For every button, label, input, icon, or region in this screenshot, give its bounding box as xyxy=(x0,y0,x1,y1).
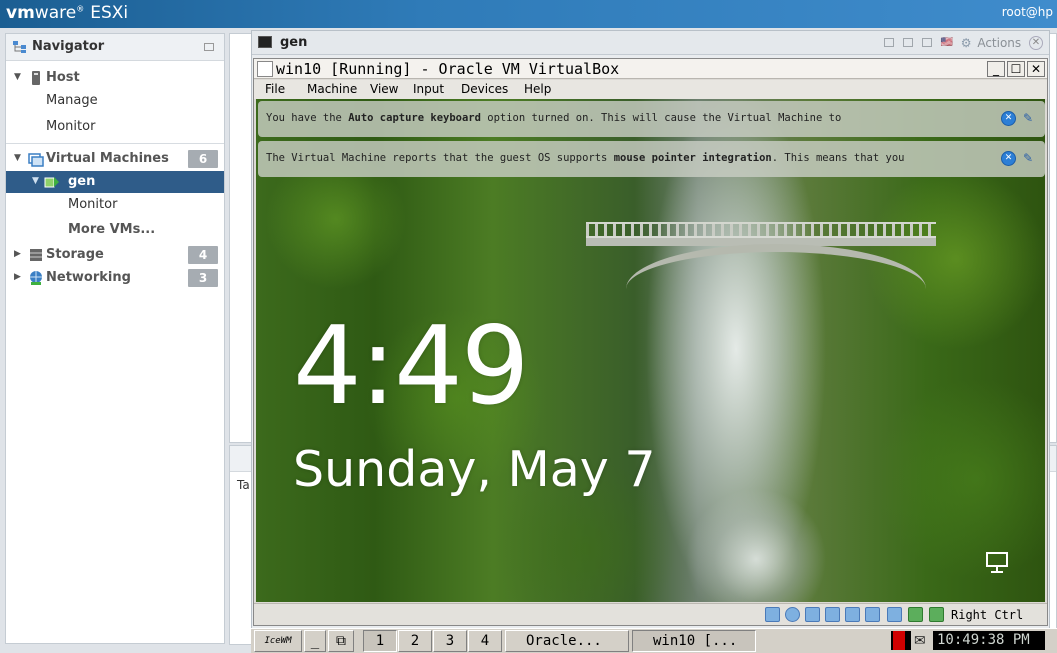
vm-count-badge: 6 xyxy=(188,150,218,168)
tasks-column-header: Ta xyxy=(237,478,250,492)
console-toolbar: 🇺🇸 ⚙ Actions ✕ xyxy=(883,35,1043,51)
console-icon xyxy=(258,36,272,48)
nav-vm-monitor[interactable]: Monitor xyxy=(68,197,117,212)
maximize-button[interactable]: ☐ xyxy=(1007,61,1025,77)
close-icon[interactable]: ✕ xyxy=(1029,35,1043,50)
menu-devices[interactable]: Devices xyxy=(461,82,508,96)
collapse-arrow-icon[interactable]: ▼ xyxy=(14,72,21,82)
networking-icon xyxy=(30,271,42,285)
user-menu[interactable]: root@hp xyxy=(1002,5,1053,19)
menu-help[interactable]: Help xyxy=(524,82,551,96)
minimize-button[interactable]: _ xyxy=(987,61,1005,77)
console-titlebar: gen 🇺🇸 ⚙ Actions ✕ xyxy=(252,31,1049,55)
collapse-arrow-icon[interactable]: ▼ xyxy=(32,176,39,186)
wallpaper-bridge-rail xyxy=(586,222,936,236)
do-not-show-icon[interactable]: ✎ xyxy=(1020,111,1036,126)
host-key-indicator: Right Ctrl xyxy=(951,608,1024,622)
hard-disk-icon[interactable] xyxy=(765,607,780,622)
usb-icon[interactable] xyxy=(845,607,860,622)
ctrl-alt-del-icon[interactable] xyxy=(902,38,913,47)
minimize-navigator-button[interactable] xyxy=(204,43,214,51)
nav-virtual-machines[interactable]: ▼ Virtual Machines 6 xyxy=(6,148,224,170)
close-button[interactable]: ✕ xyxy=(1027,61,1045,77)
menu-machine[interactable]: Machine xyxy=(307,82,357,96)
virtualbox-menubar: File Machine View Input Devices Help xyxy=(254,80,1047,99)
nav-more-vms[interactable]: More VMs... xyxy=(68,222,155,237)
expand-arrow-icon[interactable]: ▶ xyxy=(14,249,21,259)
networking-count-badge: 3 xyxy=(188,269,218,287)
lockscreen-date: Sunday, May 7 xyxy=(293,441,656,498)
network-icon[interactable] xyxy=(985,551,1011,575)
video-capture-icon[interactable] xyxy=(908,607,923,622)
workspace-2-button[interactable]: 2 xyxy=(398,630,432,652)
navigator-header: Navigator xyxy=(6,34,224,61)
cpu-monitor-bar xyxy=(893,631,905,650)
menu-view[interactable]: View xyxy=(370,82,398,96)
nav-host-monitor[interactable]: Monitor xyxy=(46,119,95,134)
optical-drive-icon[interactable] xyxy=(785,607,800,622)
storage-icon xyxy=(30,249,42,261)
nav-vm-gen[interactable]: ▼ gen xyxy=(6,171,224,193)
nav-host-manage[interactable]: Manage xyxy=(46,93,98,108)
menu-file[interactable]: File xyxy=(265,82,285,96)
navigator-title: Navigator xyxy=(32,39,105,54)
workspace-4-button[interactable]: 4 xyxy=(468,630,502,652)
nav-networking[interactable]: ▶ Networking 3 xyxy=(6,267,224,289)
network-adapter-icon[interactable] xyxy=(825,607,840,622)
collapse-arrow-icon[interactable]: ▼ xyxy=(14,153,21,163)
nav-storage[interactable]: ▶ Storage 4 xyxy=(6,244,224,266)
nav-host[interactable]: ▼ Host xyxy=(6,67,224,89)
shared-folders-icon[interactable] xyxy=(865,607,880,622)
icewm-start-button[interactable]: IceWM xyxy=(254,630,302,652)
dismiss-icon[interactable]: ✕ xyxy=(1001,151,1016,166)
gear-icon[interactable]: ⚙ xyxy=(961,36,972,50)
lockscreen-time: 4:49 xyxy=(293,304,530,429)
display-icon[interactable] xyxy=(887,607,902,622)
mouse-integration-icon[interactable] xyxy=(929,607,944,622)
console-title: gen xyxy=(280,35,308,50)
vm-running-icon xyxy=(44,177,59,188)
task-oracle-vm-manager[interactable]: Oracle... xyxy=(505,630,629,652)
expand-arrow-icon[interactable]: ▶ xyxy=(14,272,21,282)
dismiss-icon[interactable]: ✕ xyxy=(1001,111,1016,126)
virtualbox-window: win10 [Running] - Oracle VM VirtualBox _… xyxy=(253,58,1048,626)
fullscreen-icon[interactable] xyxy=(883,38,894,47)
virtual-machines-icon xyxy=(28,153,44,167)
wallpaper-bridge-arch xyxy=(626,244,926,334)
workspace-3-button[interactable]: 3 xyxy=(433,630,467,652)
host-icon xyxy=(32,71,40,85)
flag-icon[interactable]: 🇺🇸 xyxy=(940,37,952,48)
auto-capture-notification: You have the Auto capture keyboard optio… xyxy=(258,101,1045,137)
menu-input[interactable]: Input xyxy=(413,82,444,96)
workspace-1-button[interactable]: 1 xyxy=(363,630,397,652)
actions-menu[interactable]: Actions xyxy=(977,36,1021,50)
virtualbox-app-icon xyxy=(257,61,273,77)
storage-count-badge: 4 xyxy=(188,246,218,264)
mail-icon[interactable]: ✉ xyxy=(914,633,926,649)
do-not-show-icon[interactable]: ✎ xyxy=(1020,151,1036,166)
cpu-monitor xyxy=(891,631,911,650)
taskbar-clock[interactable]: 10:49:38 PM xyxy=(933,631,1045,650)
virtualbox-window-title: win10 [Running] - Oracle VM VirtualBox xyxy=(276,60,620,78)
window-list-button[interactable]: ⧉ xyxy=(328,630,354,652)
navigator-icon xyxy=(13,41,26,53)
virtualbox-titlebar: win10 [Running] - Oracle VM VirtualBox _… xyxy=(254,59,1047,79)
guest-display[interactable]: You have the Auto capture keyboard optio… xyxy=(256,99,1045,602)
mouse-integration-notification: The Virtual Machine reports that the gue… xyxy=(258,141,1045,177)
task-win10-vm[interactable]: win10 [... xyxy=(632,630,756,652)
esxi-header: vmware® ESXi root@hp xyxy=(0,0,1057,28)
divider xyxy=(6,143,224,144)
audio-icon[interactable] xyxy=(805,607,820,622)
keyboard-icon[interactable] xyxy=(921,38,932,47)
vmware-esxi-logo: vmware® ESXi xyxy=(6,3,129,23)
show-desktop-button[interactable]: _ xyxy=(304,630,326,652)
navigator-panel: Navigator ▼ Host Manage Monitor ▼ Virtua… xyxy=(5,33,225,644)
virtualbox-statusbar: Right Ctrl xyxy=(254,603,1047,625)
